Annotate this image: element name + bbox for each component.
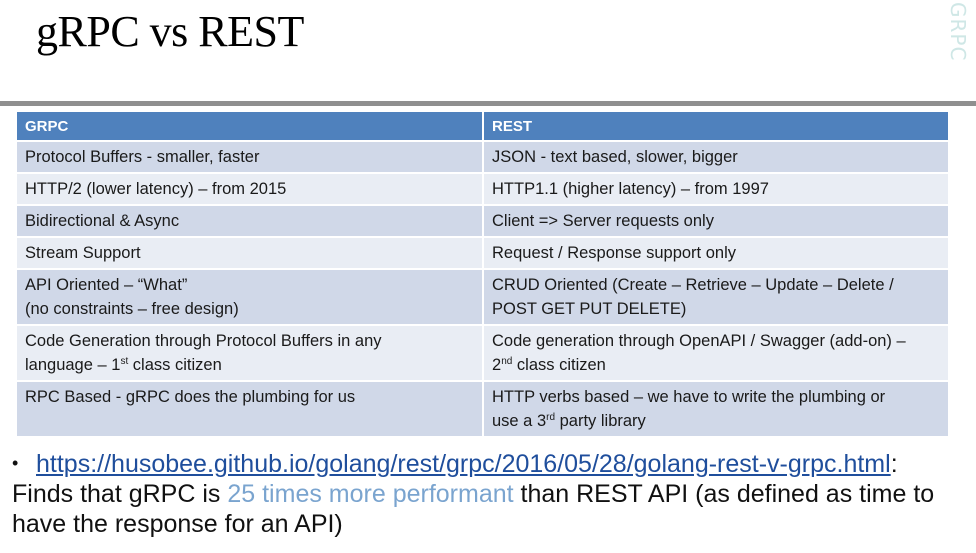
performance-highlight: 25 times more performant xyxy=(227,480,514,508)
rest-cell-line: HTTP verbs based – we have to write the … xyxy=(492,388,886,406)
ordinal-suffix: nd xyxy=(501,356,513,367)
rest-cell: Request / Response support only xyxy=(483,236,950,269)
rest-cell-line: CRUD Oriented (Create – Retrieve – Updat… xyxy=(492,276,894,294)
table-row: RPC Based - gRPC does the plumbing for u… xyxy=(17,380,950,436)
rest-cell-text: party library xyxy=(555,412,646,430)
table-row: API Oriented – “What” (no constraints – … xyxy=(17,268,950,325)
rest-cell-text: 2 xyxy=(492,356,502,374)
benchmark-note: • https://husobee.github.io/golang/rest/g… xyxy=(12,448,962,539)
table-row: Protocol Buffers - smaller, faster JSON … xyxy=(17,140,950,173)
grpc-cell-line: (no constraints – free design) xyxy=(25,300,239,318)
column-header-grpc: GRPC xyxy=(17,112,484,141)
grpc-cell: Bidirectional & Async xyxy=(17,204,484,237)
rest-cell: HTTP verbs based – we have to write the … xyxy=(483,380,950,436)
table-header-row: GRPC REST xyxy=(17,112,950,141)
column-header-rest: REST xyxy=(483,112,950,141)
bullet-point: • xyxy=(12,453,19,473)
rest-cell-line: POST GET PUT DELETE) xyxy=(492,300,687,318)
rest-cell: CRUD Oriented (Create – Retrieve – Updat… xyxy=(483,268,950,325)
grpc-cell: API Oriented – “What” (no constraints – … xyxy=(17,268,484,325)
rest-cell: HTTP1.1 (higher latency) – from 1997 xyxy=(483,172,950,205)
grpc-cell-text: class citizen xyxy=(128,356,222,374)
slide-title: gRPC vs REST xyxy=(36,7,304,56)
grpc-cell-line: API Oriented – “What” xyxy=(25,276,188,294)
rest-cell-line: Code generation through OpenAPI / Swagge… xyxy=(492,332,906,350)
title-divider xyxy=(0,101,976,106)
grpc-cell-line: Code Generation through Protocol Buffers… xyxy=(25,332,382,350)
brand-watermark: GRPC xyxy=(946,2,970,62)
grpc-cell-text: language – 1 xyxy=(25,356,121,374)
rest-cell: Client => Server requests only xyxy=(483,204,950,237)
benchmark-link[interactable]: https://husobee.github.io/golang/rest/gr… xyxy=(36,450,891,478)
grpc-cell: Stream Support xyxy=(17,236,484,269)
grpc-cell: HTTP/2 (lower latency) – from 2015 xyxy=(17,172,484,205)
table-row: Bidirectional & Async Client => Server r… xyxy=(17,204,950,237)
table-row: HTTP/2 (lower latency) – from 2015 HTTP1… xyxy=(17,172,950,205)
grpc-cell: Protocol Buffers - smaller, faster xyxy=(17,140,484,173)
rest-cell: JSON - text based, slower, bigger xyxy=(483,140,950,173)
grpc-cell: RPC Based - gRPC does the plumbing for u… xyxy=(17,380,484,436)
table-row: Code Generation through Protocol Buffers… xyxy=(17,324,950,381)
rest-cell-text: use a 3 xyxy=(492,412,547,430)
comparison-table: GRPC REST Protocol Buffers - smaller, fa… xyxy=(17,112,950,436)
rest-cell: Code generation through OpenAPI / Swagge… xyxy=(483,324,950,381)
ordinal-suffix: rd xyxy=(546,412,556,423)
rest-cell-text: class citizen xyxy=(512,356,606,374)
grpc-cell: Code Generation through Protocol Buffers… xyxy=(17,324,484,381)
table-row: Stream Support Request / Response suppor… xyxy=(17,236,950,269)
